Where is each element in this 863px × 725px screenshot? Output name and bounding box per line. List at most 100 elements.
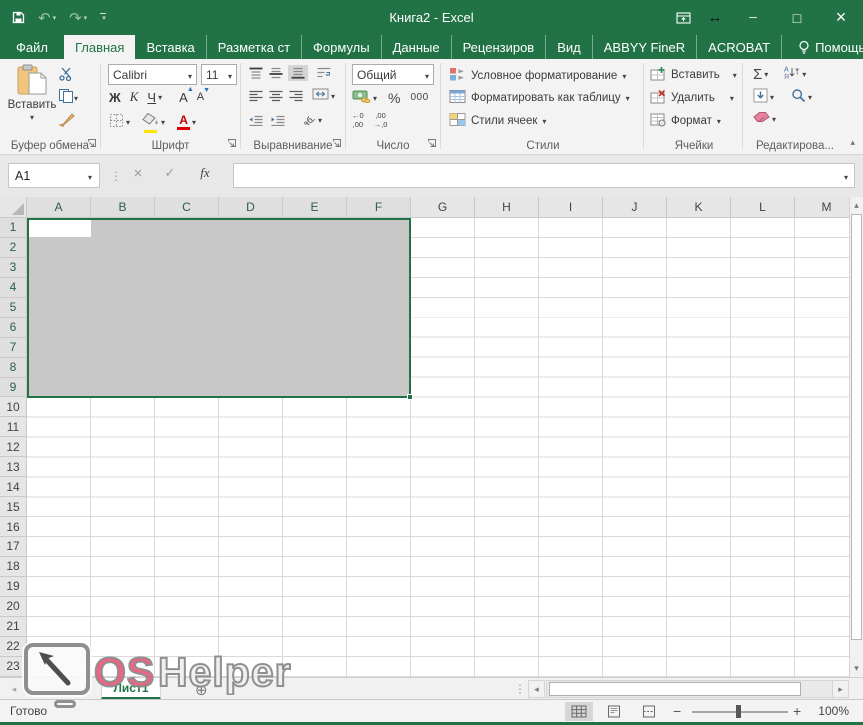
row-header-12[interactable]: 12	[0, 437, 27, 457]
increase-decimal-button[interactable]: ←0,00	[352, 112, 364, 129]
row-header-9[interactable]: 9	[0, 378, 27, 398]
font-dialog-launcher-icon[interactable]	[227, 138, 237, 151]
row-header-23[interactable]: 23	[0, 657, 27, 677]
page-layout-view-button[interactable]	[600, 702, 628, 721]
scroll-right-icon[interactable]	[832, 680, 849, 698]
find-select-button[interactable]	[791, 88, 812, 106]
column-header-C[interactable]: C	[155, 197, 219, 217]
sheet-nav-right-icon[interactable]	[22, 678, 38, 700]
row-header-10[interactable]: 10	[0, 397, 27, 417]
row-header-5[interactable]: 5	[0, 298, 27, 318]
selection-range[interactable]	[27, 218, 411, 398]
vertical-scrollbar[interactable]	[849, 197, 863, 677]
new-sheet-button[interactable]	[195, 681, 208, 699]
column-header-L[interactable]: L	[731, 197, 795, 217]
row-header-11[interactable]: 11	[0, 417, 27, 437]
sheet-nav-left-icon[interactable]	[6, 678, 22, 700]
align-right-button[interactable]	[288, 90, 304, 102]
paste-button[interactable]: Вставить	[8, 64, 56, 123]
close-button[interactable]	[819, 0, 863, 35]
alignment-dialog-launcher-icon[interactable]	[332, 138, 342, 151]
wrap-text-button[interactable]	[316, 67, 332, 79]
column-header-H[interactable]: H	[475, 197, 539, 217]
cell-grid[interactable]	[27, 218, 849, 677]
accounting-format-button[interactable]	[352, 89, 377, 106]
tab-home[interactable]: Главная	[64, 35, 135, 59]
tab-acrobat[interactable]: ACROBAT	[697, 35, 782, 59]
ribbon-display-options-icon[interactable]	[667, 0, 699, 35]
row-header-14[interactable]: 14	[0, 477, 27, 497]
clear-button[interactable]	[753, 111, 776, 126]
page-break-view-button[interactable]	[635, 702, 663, 721]
autosum-button[interactable]: Σ	[753, 66, 768, 83]
expand-formula-bar-icon[interactable]	[844, 169, 848, 183]
bold-button[interactable]: Ж	[109, 90, 121, 105]
tab-view[interactable]: Вид	[546, 35, 593, 59]
format-as-table-button[interactable]: Форматировать как таблицу	[449, 89, 630, 107]
row-header-7[interactable]: 7	[0, 338, 27, 358]
shrink-font-button[interactable]: А▼	[197, 91, 204, 103]
row-header-20[interactable]: 20	[0, 597, 27, 617]
comma-style-button[interactable]: 000	[410, 92, 428, 103]
vertical-scroll-thumb[interactable]	[851, 214, 862, 640]
fill-down-button[interactable]	[753, 88, 774, 106]
horizontal-scroll-thumb[interactable]	[549, 682, 801, 696]
font-family-select[interactable]: Calibri	[108, 64, 197, 85]
column-header-G[interactable]: G	[411, 197, 475, 217]
clipboard-dialog-launcher-icon[interactable]	[87, 138, 97, 151]
format-cells-button[interactable]: Формат	[650, 112, 721, 130]
tab-review[interactable]: Рецензиров	[452, 35, 547, 59]
copy-button[interactable]	[58, 88, 78, 107]
sheet-tab[interactable]: Лист1	[101, 678, 161, 700]
row-header-1[interactable]: 1	[0, 218, 27, 238]
row-header-21[interactable]: 21	[0, 617, 27, 637]
sort-filter-button[interactable]: АЯ	[783, 65, 806, 83]
tab-data[interactable]: Данные	[382, 35, 452, 59]
insert-function-button[interactable]: fx	[193, 165, 217, 181]
increase-indent-button[interactable]	[270, 115, 286, 126]
normal-view-button[interactable]	[565, 702, 593, 721]
cut-button[interactable]	[58, 66, 74, 84]
row-header-4[interactable]: 4	[0, 278, 27, 298]
decrease-decimal-button[interactable]: ,00→,0	[374, 112, 388, 129]
confirm-entry-button[interactable]	[158, 165, 182, 181]
insert-cells-button[interactable]: Вставить	[650, 66, 737, 84]
row-header-3[interactable]: 3	[0, 258, 27, 278]
align-left-button[interactable]	[248, 90, 264, 102]
zoom-level[interactable]: 100%	[818, 700, 849, 723]
font-color-button[interactable]: А	[177, 114, 196, 130]
tab-help[interactable]: Помощь	[792, 35, 863, 59]
column-header-J[interactable]: J	[603, 197, 667, 217]
zoom-slider[interactable]	[692, 711, 788, 713]
align-top-button[interactable]	[248, 67, 264, 79]
zoom-in-button[interactable]	[793, 703, 801, 719]
tab-page-layout[interactable]: Разметка ст	[207, 35, 302, 59]
name-box[interactable]: A1	[8, 163, 100, 188]
borders-button[interactable]	[109, 113, 130, 131]
decrease-indent-button[interactable]	[248, 115, 264, 126]
column-header-E[interactable]: E	[283, 197, 347, 217]
conditional-formatting-button[interactable]: Условное форматирование	[449, 66, 626, 85]
tab-formulas[interactable]: Формулы	[302, 35, 382, 59]
scroll-up-icon[interactable]	[850, 197, 863, 214]
cancel-entry-button[interactable]	[126, 165, 150, 182]
scroll-down-icon[interactable]	[850, 660, 863, 677]
font-size-select[interactable]: 11	[201, 64, 237, 85]
percent-button[interactable]: %	[388, 90, 400, 106]
formula-input[interactable]	[233, 163, 855, 188]
merge-center-button[interactable]	[312, 88, 335, 103]
collapse-ribbon-icon[interactable]	[850, 136, 855, 148]
row-header-15[interactable]: 15	[0, 497, 27, 517]
italic-button[interactable]: К	[130, 89, 139, 105]
row-header-16[interactable]: 16	[0, 517, 27, 537]
tab-insert[interactable]: Вставка	[135, 35, 206, 59]
column-header-D[interactable]: D	[219, 197, 283, 217]
format-painter-button[interactable]	[58, 111, 75, 130]
align-middle-button[interactable]	[268, 67, 284, 79]
row-header-2[interactable]: 2	[0, 238, 27, 258]
column-header-A[interactable]: A	[27, 197, 91, 217]
orientation-button[interactable]: аб	[300, 112, 322, 128]
tab-file[interactable]: Файл	[0, 35, 64, 59]
number-format-select[interactable]: Общий	[352, 64, 434, 85]
column-header-K[interactable]: K	[667, 197, 731, 217]
